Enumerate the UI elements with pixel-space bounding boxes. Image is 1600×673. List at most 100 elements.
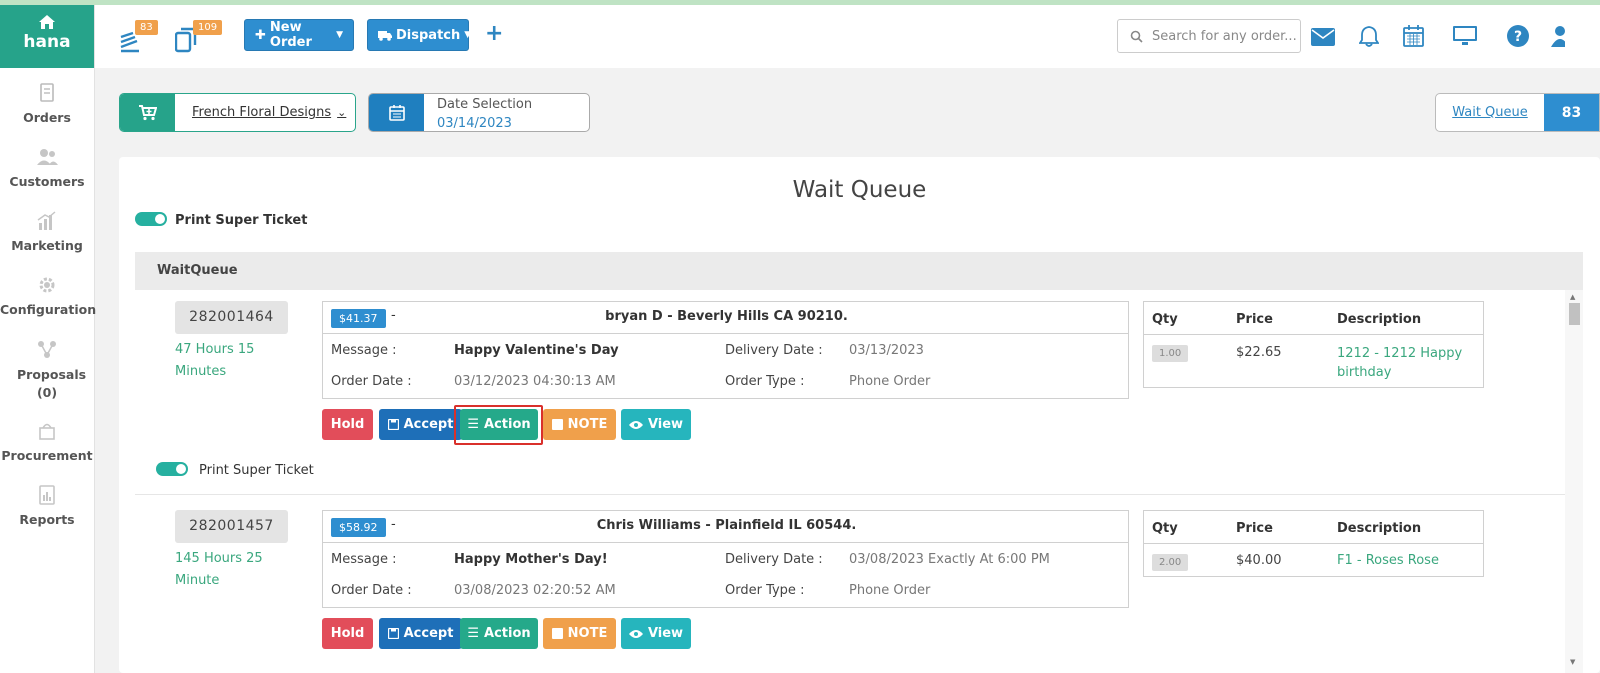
action-button[interactable]: ☰ Action: [460, 409, 538, 440]
sidebar-item-proposals[interactable]: Proposals (0): [0, 324, 94, 406]
top-bar: 83 109 ✚ New Order ▼ Dispatch ▼ + Search…: [95, 5, 1600, 68]
sidebar-item-marketing[interactable]: Marketing: [0, 196, 94, 260]
view-button[interactable]: View: [621, 618, 691, 649]
section-header: WaitQueue: [135, 252, 1583, 290]
note-button[interactable]: NOTE: [543, 409, 616, 440]
accept-button[interactable]: Accept: [379, 409, 462, 440]
order-number[interactable]: 282001464: [175, 301, 288, 334]
hold-button[interactable]: Hold: [322, 618, 373, 649]
network-icon: [35, 338, 59, 360]
users-icon: [35, 146, 59, 168]
date-selection-label: Date Selection: [437, 97, 533, 112]
logo[interactable]: hana: [0, 5, 94, 68]
calendar-icon: [369, 94, 424, 131]
bell-icon[interactable]: [1359, 25, 1379, 47]
report-icon: [35, 484, 59, 506]
menu-icon: ☰: [467, 417, 480, 432]
order-items-table: Qty Price Description 2.00 $40.00 F1 - R…: [1143, 510, 1484, 577]
order-type-label: Order Type :: [725, 374, 805, 389]
sidebar-item-orders[interactable]: Orders: [0, 68, 94, 132]
elapsed-time: 145 Hours 25 Minute: [175, 551, 263, 588]
procurement-icon: [35, 420, 59, 442]
help-icon[interactable]: ?: [1507, 25, 1529, 47]
wait-queue-card: Wait Queue Print Super Ticket WaitQueue …: [119, 157, 1600, 673]
monitor-icon[interactable]: [1453, 26, 1477, 46]
order-number[interactable]: 282001457: [175, 510, 288, 543]
description-value[interactable]: 1212 - 1212 Happy birthday: [1337, 344, 1477, 382]
eye-icon: [628, 629, 643, 639]
cart-icon: [120, 94, 175, 131]
print-super-ticket-label: Print Super Ticket: [199, 463, 314, 478]
home-icon: [39, 15, 55, 29]
user-icon[interactable]: [1551, 25, 1565, 47]
caret-down-icon: ▼: [464, 30, 472, 40]
description-header: Description: [1337, 312, 1422, 327]
sidebar-item-label: Marketing: [11, 238, 83, 253]
customer-info: bryan D - Beverly Hills CA 90210.: [605, 309, 848, 324]
add-icon[interactable]: +: [485, 21, 503, 46]
message-label: Message :: [331, 343, 397, 358]
order-details: Chris Williams - Plainfield IL 60544. $5…: [322, 510, 1129, 608]
chevron-down-icon: ⌄: [337, 106, 347, 119]
delivery-date-value: 03/08/2023 Exactly At 6:00 PM: [849, 552, 1050, 567]
search-input[interactable]: Search for any order...: [1117, 19, 1301, 53]
price-header: Price: [1236, 521, 1273, 536]
sidebar-item-label: Reports: [19, 512, 75, 527]
sidebar-item-label: Configuration: [0, 302, 97, 317]
customer-info: Chris Williams - Plainfield IL 60544.: [596, 518, 857, 533]
order-date-label: Order Date :: [331, 374, 412, 389]
scroll-down-icon[interactable]: ▼: [1570, 658, 1575, 666]
plus-icon: ✚: [255, 27, 266, 43]
scroll-up-icon[interactable]: ▲: [1570, 293, 1575, 301]
sidebar-item-reports[interactable]: Reports: [0, 470, 94, 534]
elapsed-time: 47 Hours 15 Minutes: [175, 342, 255, 379]
description-value[interactable]: F1 - Roses Rose: [1337, 553, 1477, 568]
note-button[interactable]: NOTE: [543, 618, 616, 649]
scrollbar[interactable]: ▲ ▼: [1565, 290, 1583, 673]
date-selector[interactable]: Date Selection 03/14/2023: [368, 93, 590, 132]
price-header: Price: [1236, 312, 1273, 327]
order-details: bryan D - Beverly Hills CA 90210. $41.37…: [322, 301, 1129, 399]
save-icon: [387, 419, 399, 430]
sidebar-item-configuration[interactable]: Configuration: [0, 260, 97, 324]
accept-button[interactable]: Accept: [379, 618, 462, 649]
qty-value: 2.00: [1152, 554, 1189, 571]
new-order-button[interactable]: ✚ New Order ▼: [244, 19, 354, 51]
view-button[interactable]: View: [621, 409, 691, 440]
mail-icon[interactable]: [1311, 28, 1335, 46]
order-type-value: Phone Order: [849, 374, 931, 389]
calendar-icon[interactable]: [1403, 25, 1424, 47]
page-title: Wait Queue: [792, 177, 927, 203]
svg-text:?: ?: [1514, 29, 1522, 45]
print-super-ticket-toggle[interactable]: [135, 212, 167, 226]
price-value: $40.00: [1236, 553, 1282, 568]
queue-count-badge: 83: [135, 20, 158, 35]
note-icon: [551, 419, 563, 430]
description-header: Description: [1337, 521, 1422, 536]
order-type-label: Order Type :: [725, 583, 805, 598]
hold-button[interactable]: Hold: [322, 409, 373, 440]
order-amount-badge: $41.37: [331, 309, 386, 328]
store-selector[interactable]: French Floral Designs ⌄: [119, 93, 356, 132]
message-value: Happy Mother's Day!: [454, 552, 608, 567]
print-super-ticket-toggle[interactable]: [156, 462, 188, 476]
separator-dash: -: [391, 517, 396, 532]
sidebar-item-customers[interactable]: Customers: [0, 132, 94, 196]
wait-queue-link[interactable]: Wait Queue: [1436, 94, 1544, 131]
delivery-date-value: 03/13/2023: [849, 343, 924, 358]
gear-icon: [35, 274, 59, 296]
scrollbar-thumb[interactable]: [1569, 303, 1580, 325]
order-date-label: Order Date :: [331, 583, 412, 598]
sidebar-item-label: Orders: [23, 110, 71, 125]
order-date-value: 03/12/2023 04:30:13 AM: [454, 374, 616, 389]
qty-value: 1.00: [1152, 345, 1189, 362]
wait-queue-widget[interactable]: Wait Queue 83: [1435, 93, 1600, 132]
sidebar-item-label: Proposals (0): [17, 367, 87, 400]
dispatch-button[interactable]: Dispatch ▼: [367, 19, 472, 51]
action-button[interactable]: ☰ Action: [460, 618, 538, 649]
sidebar: hana Orders Customers Marketing Configur…: [0, 5, 97, 673]
truck-icon: [378, 30, 392, 41]
bar-chart-icon: [35, 210, 59, 232]
eye-icon: [628, 420, 643, 430]
sidebar-item-procurement[interactable]: Procurement: [0, 406, 94, 470]
